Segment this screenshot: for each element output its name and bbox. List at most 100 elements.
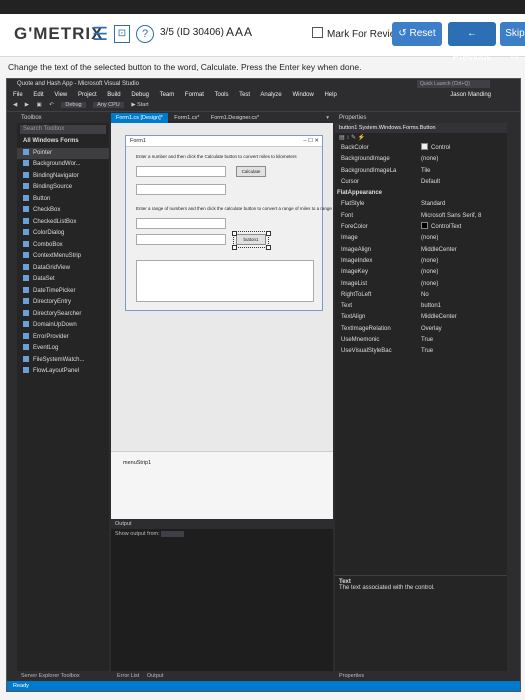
quick-launch-input[interactable]: Quick Launch (Ctrl+Q) [417,80,490,88]
menu-debug[interactable]: Debug [131,92,149,98]
toolbox-item[interactable]: DataGridView [17,263,109,275]
toolbox-item[interactable]: DirectoryEntry [17,297,109,309]
menu-analyze[interactable]: Analyze [260,92,281,98]
property-row[interactable]: RightToLeft No [335,290,507,301]
instruction-label-1[interactable]: Enter a number and then click the Calcul… [136,154,297,159]
property-value[interactable]: Tile [421,166,430,177]
property-value[interactable]: Standard [421,199,445,210]
property-value[interactable]: (none) [421,154,438,165]
property-row[interactable]: BackgroundImageLa Tile [335,166,507,177]
toolbox-item[interactable]: BindingSource [17,182,109,194]
back-icon[interactable]: ◀ [13,102,17,108]
property-row[interactable]: BackColor Control [335,143,507,154]
menu-build[interactable]: Build [107,92,120,98]
property-row[interactable]: Text button1 [335,301,507,312]
toolbox-item[interactable]: FileSystemWatch... [17,355,109,367]
toolbox-footer-tabs[interactable]: Server Explorer Toolbox [17,671,113,681]
toolbox-item[interactable]: FlowLayoutPanel [17,366,109,378]
property-value[interactable]: Default [421,177,440,188]
form-window[interactable]: Form1 – ☐ ✕ Enter a number and then clic… [125,135,359,311]
toolbox-item[interactable]: DataSet [17,274,109,286]
undo-icon[interactable]: ↶ [49,102,54,108]
range-start-textbox[interactable] [136,218,226,229]
bookmark-icon[interactable]: ⊡ [114,25,130,43]
properties-object-selector[interactable]: button1 System.Windows.Forms.Button [335,123,507,133]
menu-file[interactable]: File [13,92,23,98]
property-row[interactable]: ImageIndex (none) [335,256,507,267]
reset-button[interactable]: ↺ Reset [392,22,442,46]
property-value[interactable]: MiddleCenter [421,312,457,323]
start-button[interactable]: ▶ Start [131,102,148,108]
property-row[interactable]: UseVisualStyleBac True [335,346,507,357]
property-value[interactable]: True [421,346,433,357]
help-icon[interactable]: ? [136,25,154,43]
menu-icon[interactable]: ☰ [92,24,108,45]
property-value[interactable]: Microsoft Sans Serif, 8 [421,211,481,222]
menu-view[interactable]: View [54,92,67,98]
toolbox-item[interactable]: EventLog [17,343,109,355]
output-source-dropdown[interactable] [161,531,184,537]
menu-tools[interactable]: Tools [214,92,228,98]
property-value[interactable]: (none) [421,267,438,278]
left-side-strip[interactable] [7,113,17,681]
events-icon[interactable]: ⚡ [358,135,365,141]
properties-icon[interactable]: ✎ [351,135,356,141]
property-row[interactable]: BackgroundImage (none) [335,154,507,165]
property-value[interactable]: True [421,335,433,346]
property-value[interactable]: Control [421,143,450,154]
menu-project[interactable]: Project [78,92,97,98]
mark-for-review[interactable]: Mark For Review [312,27,403,40]
calculate-button[interactable]: Calculate [236,166,266,177]
property-value[interactable]: (none) [421,256,438,267]
categorized-icon[interactable]: ▤ [339,135,345,141]
property-value[interactable]: No [421,290,429,301]
property-row[interactable]: Font Microsoft Sans Serif, 8 [335,211,507,222]
font-size-toggle[interactable]: AAA [226,25,253,39]
resize-handle[interactable] [232,245,237,250]
toolbox-item[interactable]: DateTimePicker [17,286,109,298]
toolbox-item[interactable]: ComboBox [17,240,109,252]
toolbox-item[interactable]: CheckedListBox [17,217,109,229]
property-value[interactable]: (none) [421,279,438,290]
tab-form-designer-cs[interactable]: Form1.Designer.cs* [206,113,264,123]
user-name[interactable]: Jason Manding [450,90,491,100]
property-row[interactable]: ForeColor ControlText [335,222,507,233]
property-row[interactable]: Cursor Default [335,177,507,188]
property-row[interactable]: ImageList (none) [335,279,507,290]
tab-form-code[interactable]: Form1.cs* [169,113,204,123]
property-row[interactable]: ImageAlign MiddleCenter [335,245,507,256]
menu-team[interactable]: Team [160,92,175,98]
config-dropdown[interactable]: Debug [61,102,86,108]
tab-output[interactable]: Output [147,673,164,679]
property-value[interactable]: (none) [421,233,438,244]
resize-handle[interactable] [232,231,237,236]
toolbox-item[interactable]: All Windows Forms [17,136,109,148]
tab-overflow-icon[interactable]: ▾ [326,113,329,123]
toolbox-search-input[interactable]: Search Toolbox [20,125,106,134]
range-end-textbox[interactable] [136,234,226,245]
forward-icon[interactable]: ▶ [25,102,29,108]
toolbox-item[interactable]: ColorDialog [17,228,109,240]
right-side-strip[interactable] [507,113,520,681]
toolbox-item[interactable]: DomainUpDown [17,320,109,332]
menu-window[interactable]: Window [292,92,313,98]
property-row[interactable]: FlatAppearance [335,188,507,199]
skip-button[interactable]: Skip ⇨ [500,22,525,63]
toolbox-item[interactable]: BackgroundWor... [17,159,109,171]
alphabetical-icon[interactable]: ↕ [346,135,349,141]
properties-footer[interactable]: Properties [335,671,511,681]
menu-help[interactable]: Help [324,92,336,98]
results-listbox[interactable] [136,260,314,302]
resize-handle[interactable] [266,231,271,236]
platform-dropdown[interactable]: Any CPU [93,102,124,108]
toolbox-item[interactable]: ErrorProvider [17,332,109,344]
selected-button[interactable]: button1 [233,231,269,248]
property-value[interactable]: Overlay [421,324,442,335]
property-row[interactable]: FlatStyle Standard [335,199,507,210]
property-value[interactable]: button1 [421,301,441,312]
menu-edit[interactable]: Edit [33,92,43,98]
tab-form-design[interactable]: Form1.cs [Design]* [111,113,168,123]
instruction-label-2[interactable]: Enter a range of numbers and then click … [136,206,359,211]
toolbox-item[interactable]: Button [17,194,109,206]
save-icon[interactable]: ▣ [37,102,42,108]
